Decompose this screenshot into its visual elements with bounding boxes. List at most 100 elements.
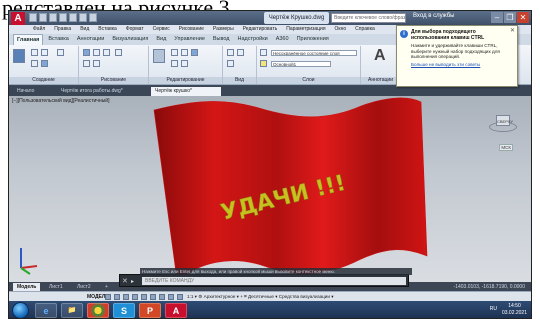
panel-modify: Редактирование	[149, 46, 223, 84]
cone-icon[interactable]	[41, 60, 48, 67]
ucs-icon	[20, 248, 38, 275]
transparency-icon[interactable]	[168, 294, 174, 300]
tab-visualize[interactable]: Визуализация	[109, 34, 151, 45]
move-icon[interactable]	[171, 49, 178, 56]
help-search-input[interactable]: Введите ключевое слово/фразу	[331, 13, 406, 23]
menu-edit[interactable]: Правка	[54, 25, 71, 34]
viewport-controls-label[interactable]: [−][Пользовательский вид][Реалистичный]	[12, 98, 109, 104]
tab-addins[interactable]: Надстройки	[235, 34, 271, 45]
osnap-icon[interactable]	[141, 294, 147, 300]
file-tab-start[interactable]: Начало	[13, 87, 38, 96]
smooth-icon[interactable]	[153, 49, 165, 63]
solid-icon[interactable]	[31, 49, 38, 56]
command-input[interactable]	[142, 277, 406, 285]
menu-insert[interactable]: Вставка	[98, 25, 117, 34]
polyline-icon[interactable]	[93, 49, 100, 56]
minimize-button[interactable]: –	[491, 12, 503, 23]
undo-icon[interactable]	[79, 13, 87, 22]
arc-icon[interactable]	[83, 60, 90, 67]
snap-icon[interactable]	[114, 294, 120, 300]
tab-output[interactable]: Вывод	[210, 34, 233, 45]
layer-state-dropdown[interactable]: Несохранённое состояние слоя	[271, 50, 357, 56]
lineweight-icon[interactable]	[159, 294, 165, 300]
spline-icon[interactable]	[115, 49, 122, 56]
visual-style-icon[interactable]	[237, 49, 244, 56]
lightbulb-icon[interactable]	[260, 60, 267, 67]
menu-view[interactable]: Вид	[80, 25, 89, 34]
multiline-text-icon[interactable]: A	[374, 47, 386, 65]
fillet-icon[interactable]	[181, 60, 188, 67]
ortho-icon[interactable]	[123, 294, 129, 300]
layer-properties-icon[interactable]	[260, 49, 267, 56]
command-prompt-icon[interactable]: ▸	[131, 278, 134, 285]
mirror-icon[interactable]	[171, 60, 178, 67]
box-icon[interactable]	[13, 49, 25, 63]
sign-in-button[interactable]: Вход в службы	[413, 13, 455, 19]
cylinder-icon[interactable]	[41, 49, 48, 56]
tab-view[interactable]: Вид	[153, 34, 169, 45]
info-icon: i	[400, 30, 408, 38]
open-file-icon[interactable]	[39, 13, 47, 22]
menu-modify[interactable]: Редактировать	[243, 25, 278, 34]
tab-annotate[interactable]: Аннотации	[74, 34, 108, 45]
redo-icon[interactable]	[89, 13, 97, 22]
viewport-icon[interactable]	[227, 60, 234, 67]
menu-window[interactable]: Окно	[335, 25, 347, 34]
menu-dimension[interactable]: Размеры	[213, 25, 234, 34]
restore-button[interactable]: ❐	[504, 12, 516, 23]
close-button[interactable]: ✕	[517, 12, 529, 23]
circle-icon[interactable]	[103, 49, 110, 56]
file-tab-drawing2[interactable]: Чертёж крушко*	[151, 87, 221, 96]
layout-tab-sheet1[interactable]: Лист1	[45, 283, 67, 291]
selection-cycling-icon[interactable]	[177, 294, 183, 300]
menu-help[interactable]: Справка	[355, 25, 375, 34]
menu-draw[interactable]: Рисование	[179, 25, 204, 34]
menu-format[interactable]: Формат	[126, 25, 144, 34]
tab-apps[interactable]: Приложения	[294, 34, 332, 45]
tab-a360[interactable]: A360	[273, 34, 292, 45]
add-layout-button[interactable]: +	[101, 283, 112, 291]
tab-manage[interactable]: Управление	[171, 34, 208, 45]
tab-insert[interactable]: Вставка	[45, 34, 71, 45]
taskbar-explorer[interactable]: 📁	[61, 303, 83, 318]
taskbar-powerpoint[interactable]: P	[139, 303, 161, 318]
taskbar-autocad[interactable]: A	[165, 303, 187, 318]
menu-tools[interactable]: Сервис	[153, 25, 170, 34]
view-icon[interactable]	[227, 49, 234, 56]
new-file-icon[interactable]	[29, 13, 37, 22]
language-indicator[interactable]: RU	[490, 306, 497, 312]
line-icon[interactable]	[83, 49, 90, 56]
drawing-viewport[interactable]: УДАЧИ !!! [−][Пользовательский вид][Реал…	[9, 96, 531, 282]
layout-tab-sheet2[interactable]: Лист2	[73, 283, 95, 291]
system-clock[interactable]: 14:50 03.02.2021	[502, 303, 527, 317]
taskbar-chrome[interactable]	[87, 303, 109, 318]
copy-icon[interactable]	[191, 49, 198, 56]
rectangle-icon[interactable]	[93, 60, 100, 67]
save-as-icon[interactable]	[59, 13, 67, 22]
sphere-icon[interactable]	[31, 60, 38, 67]
rotate-icon[interactable]	[181, 49, 188, 56]
otrack-icon[interactable]	[150, 294, 156, 300]
file-tab-drawing1[interactable]: Чертёж итога работы.dwg*	[57, 87, 149, 96]
tab-home[interactable]: Главная	[13, 34, 44, 45]
wcs-menu[interactable]: МСК	[499, 144, 513, 151]
polar-icon[interactable]	[132, 294, 138, 300]
menu-file[interactable]: Файл	[33, 25, 45, 34]
viewcube[interactable]: СВЕРХУ	[489, 110, 517, 132]
tip-dismiss-link[interactable]: Больше не выводить эти советы	[411, 62, 513, 68]
layer-dropdown[interactable]: Основной1	[271, 61, 331, 67]
extrude-icon[interactable]	[57, 49, 64, 56]
start-button[interactable]	[12, 302, 29, 318]
taskbar-internet-explorer[interactable]: e	[35, 303, 57, 318]
tip-close-icon[interactable]: ✕	[510, 27, 515, 34]
menu-parametric[interactable]: Параметризация	[286, 25, 325, 34]
grid-icon[interactable]	[105, 294, 111, 300]
save-icon[interactable]	[49, 13, 57, 22]
panel-view: Вид	[223, 46, 257, 84]
application-menu-button[interactable]: A	[11, 12, 25, 25]
command-close-icon[interactable]: ✕	[122, 277, 128, 285]
taskbar-skype[interactable]: S	[113, 303, 135, 318]
viewcube-face[interactable]: СВЕРХУ	[496, 115, 513, 126]
print-icon[interactable]	[69, 13, 77, 22]
layout-tab-model[interactable]: Модель	[13, 283, 41, 291]
